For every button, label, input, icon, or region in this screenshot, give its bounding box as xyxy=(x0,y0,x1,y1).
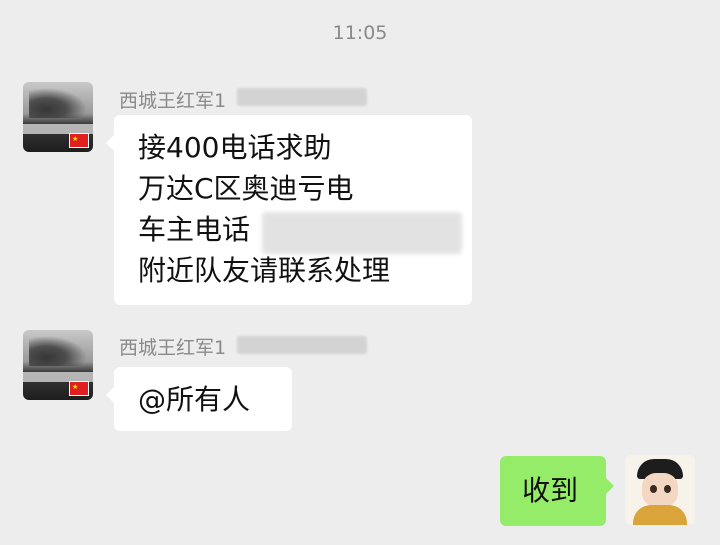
message-line: 万达C区奥迪亏电 xyxy=(138,172,354,205)
message-line: 收到 xyxy=(522,474,579,507)
sender-avatar[interactable]: ★ xyxy=(23,82,93,152)
message-line: @所有人 xyxy=(138,383,251,416)
my-message-bubble[interactable]: 收到 xyxy=(500,456,614,526)
message-bubble[interactable]: 接400电话求助 万达C区奥迪亏电 车主电话 附近队友请联系处理 xyxy=(106,115,472,305)
redacted-text xyxy=(237,88,367,106)
message-bubble[interactable]: @所有人 xyxy=(106,367,292,431)
china-flag-icon: ★ xyxy=(69,133,89,148)
redacted-phone xyxy=(262,212,462,254)
sender-name: 西城王红军1 xyxy=(119,337,227,359)
avatar-image xyxy=(29,88,87,118)
sender-avatar[interactable]: ★ xyxy=(23,330,93,400)
message-line: 接400电话求助 xyxy=(138,131,332,164)
my-avatar[interactable] xyxy=(625,455,695,525)
redacted-text xyxy=(237,336,367,354)
message-line: 附近队友请联系处理 xyxy=(138,254,391,287)
timestamp: 11:05 xyxy=(332,22,388,44)
sender-name: 西城王红军1 xyxy=(119,90,227,112)
avatar-image xyxy=(29,336,87,366)
china-flag-icon: ★ xyxy=(69,381,89,396)
